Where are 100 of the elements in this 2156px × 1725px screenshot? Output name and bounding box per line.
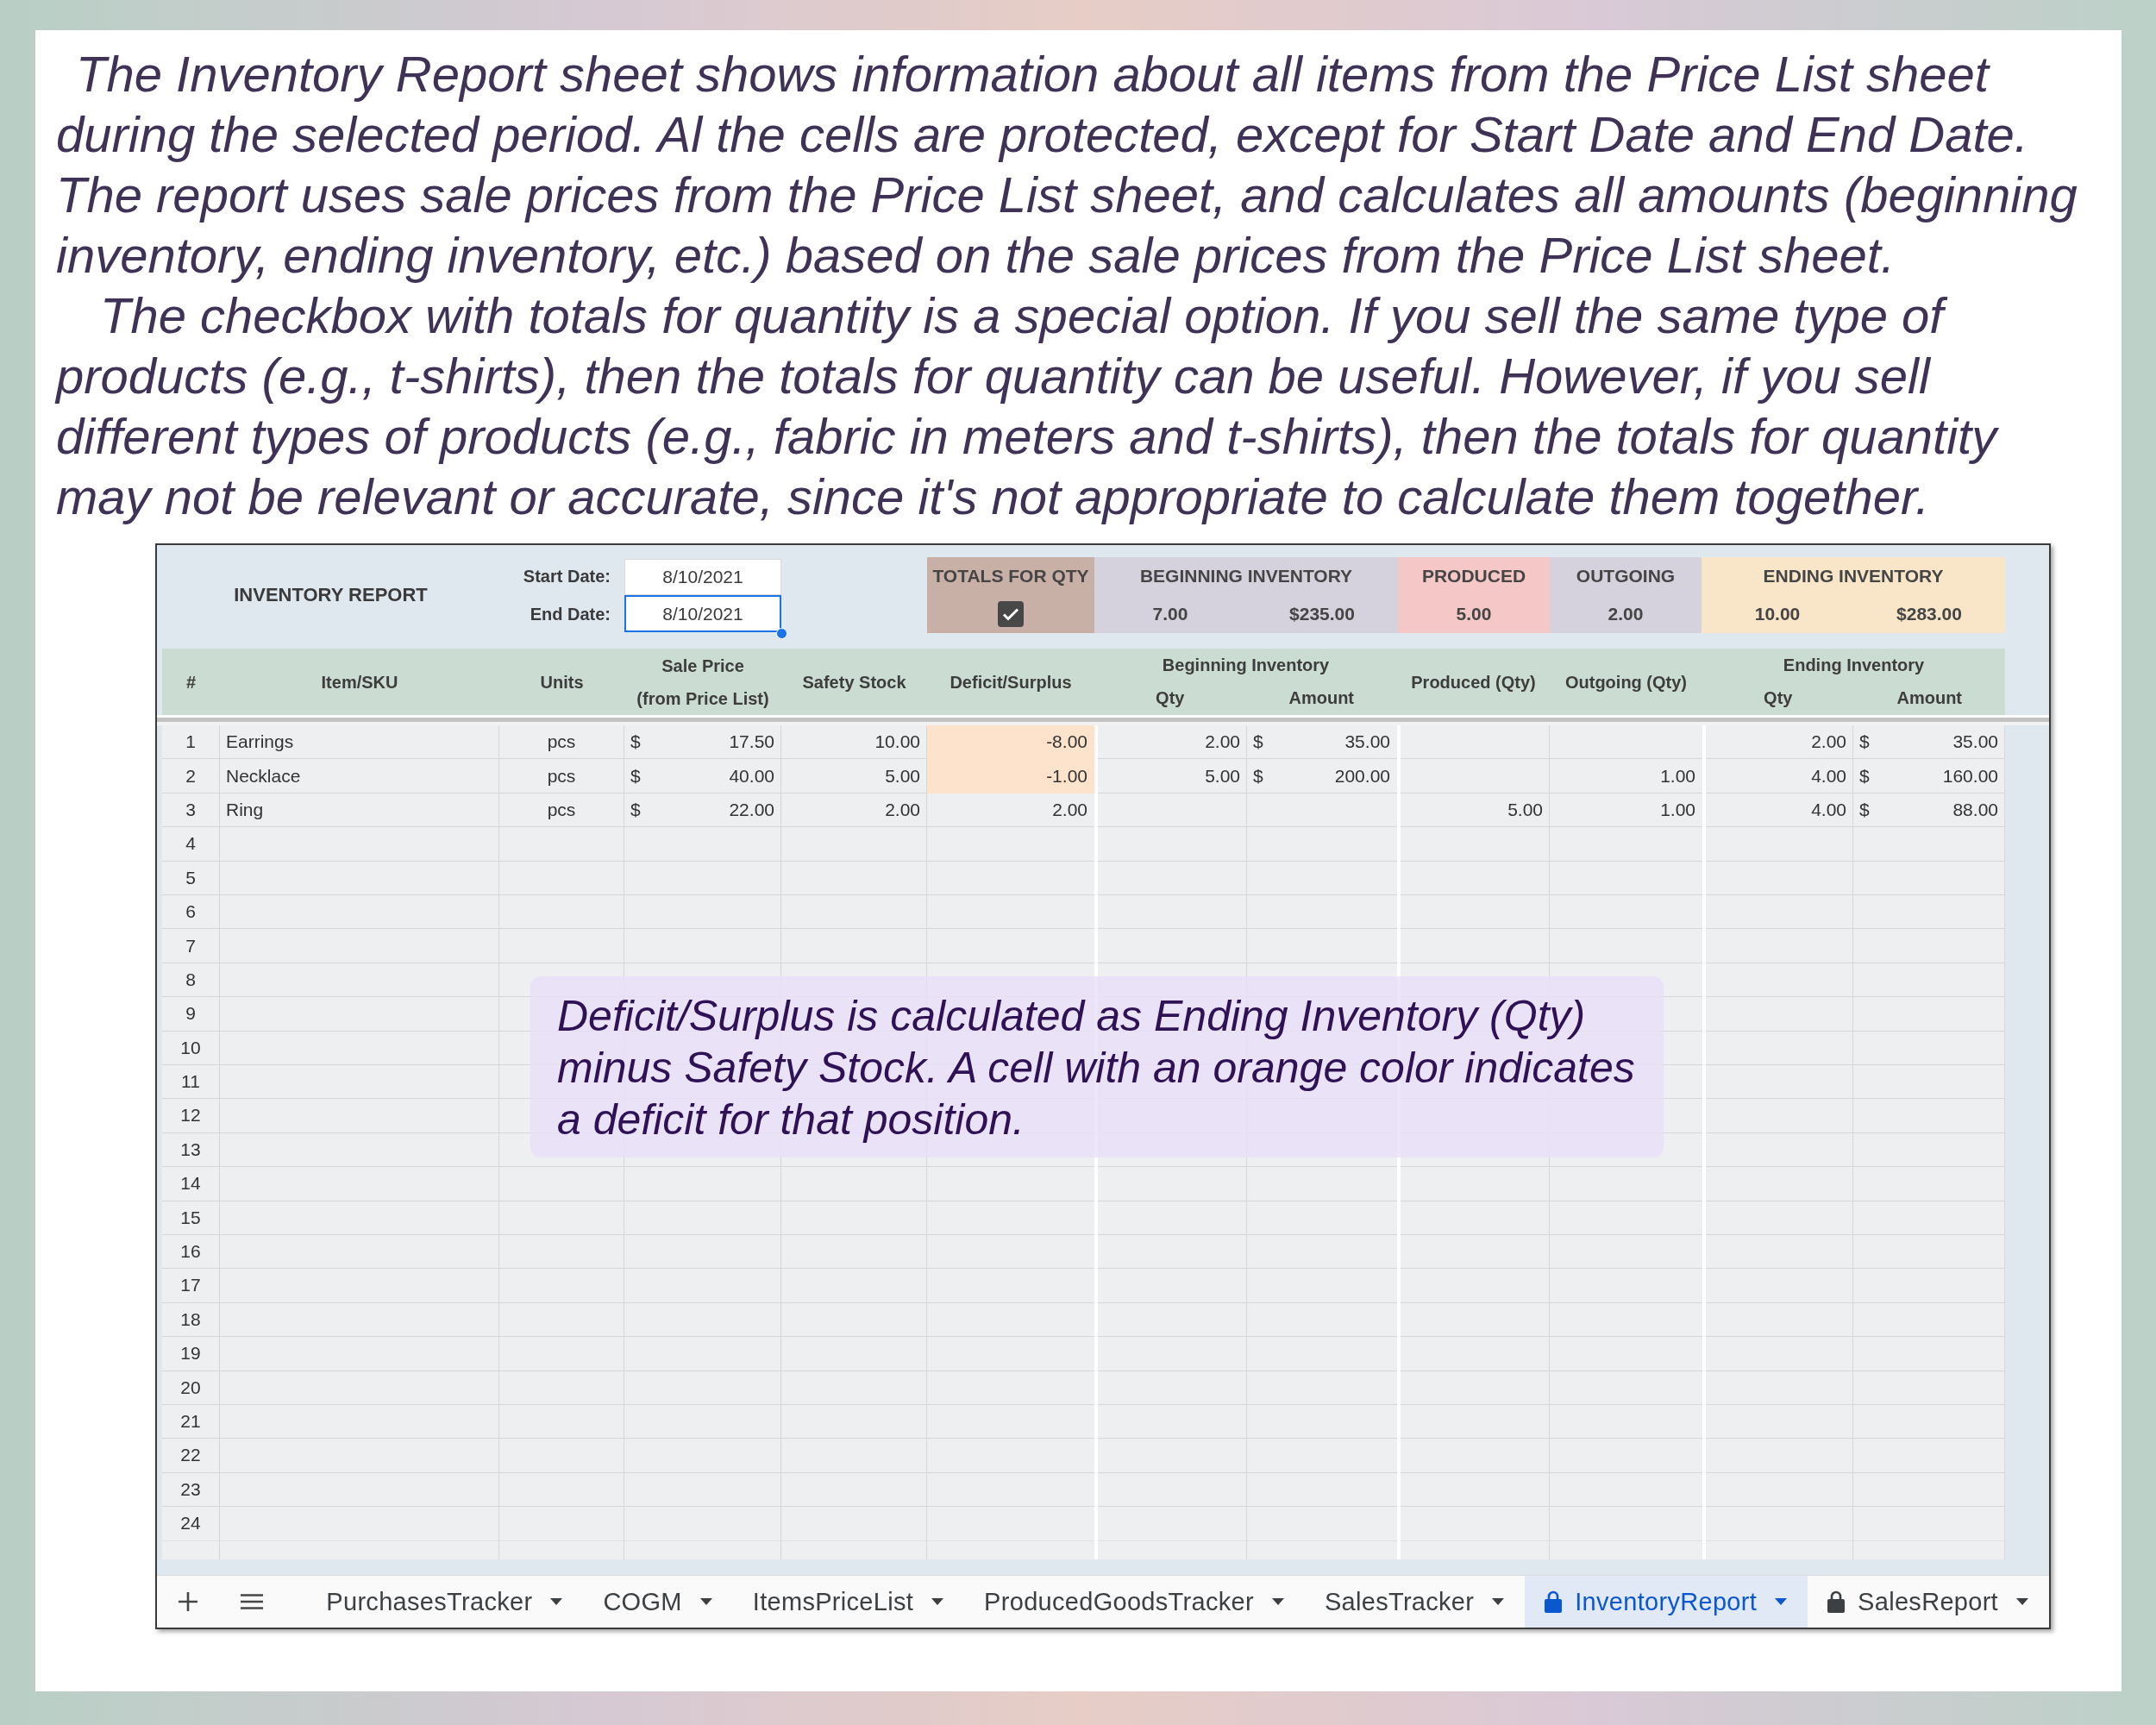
column-header: Produced (Qty) [1397,649,1550,715]
column-header: Item/SKU [220,649,499,715]
block-title: OUTGOING [1576,566,1676,586]
currency-symbol: $ [1859,799,1870,820]
table-cell: -1.00 [927,759,1094,794]
column-header: Amount [1288,688,1354,709]
currency-symbol: $ [1859,731,1870,753]
row-number: 13 [179,1138,202,1161]
row-number: 22 [179,1444,202,1467]
table-cell-text: 10.00 [874,731,921,754]
report-title: INVENTORY REPORT [234,584,428,606]
row-number: 17 [179,1274,202,1297]
column-header: Outgoing (Qty) [1550,649,1702,715]
row-number: 7 [185,934,197,957]
currency-symbol: $ [630,765,641,787]
currency-symbol: $ [630,799,641,820]
sheet-tab[interactable]: SalesTracker [1304,1576,1526,1628]
row-number: 24 [179,1512,202,1535]
row-number: 8 [185,968,197,991]
row-number: 9 [185,1002,197,1026]
row-number: 21 [179,1410,202,1433]
column-header: Sale Price (from Price List) [624,649,781,715]
table-cell-text: 5.00 [1204,764,1241,787]
row-number: 14 [179,1172,202,1195]
caret-icon [550,1598,563,1606]
table-cell-text: pcs [546,798,577,821]
row-number: 23 [179,1477,202,1501]
sheet-tab[interactable]: ProducedGoodsTracker [964,1576,1305,1628]
table-cell-text: 1.00 [1659,764,1696,787]
column-group-title: Beginning Inventory [1162,655,1330,675]
sheet-tab[interactable]: InventoryReport [1525,1576,1808,1628]
column-header: Safety Stock [781,649,927,715]
block-title: TOTALS FOR QTY [932,566,1089,586]
column-header: # [162,649,220,715]
intro-paragraph: The checkbox with totals for quantity is a special option. If you sell the same type of products (e.g., t-shirts), then the totals for quantity can be useful. However, if you sell different types of products (e.g., fabric in meters and t-shirts), then the totals for quantity may not be relevant or accurate, since it's not appropriate to calculate them together. [56,286,2000,526]
table-cell-text: Necklace [225,764,302,787]
row-number: 11 [180,1070,201,1094]
fill-handle-icon[interactable] [776,628,787,639]
plus-icon [178,1592,197,1612]
row-number: 3 [185,798,197,821]
date-field[interactable]: 8/10/2021 [624,559,781,595]
currency-symbol: $ [1253,731,1263,753]
row-number: 16 [179,1240,202,1264]
sheet-tab[interactable]: ItemsPriceList [732,1576,965,1628]
table-cell-text: 5.00 [1507,798,1544,821]
table-cell-text: 2.00 [1051,798,1088,821]
row-number: 6 [185,900,197,924]
table-cell-text: Earrings [225,731,295,754]
cell-value: 22.00 [729,799,774,820]
sheet-tab[interactable]: SalesReport [1808,1576,2049,1628]
block-title: BEGINNING INVENTORY [1139,566,1353,586]
row-number: 19 [179,1342,202,1365]
block-value: 2.00 [1608,604,1644,624]
block-value: 10.00 [1754,604,1801,624]
table-cell-text: pcs [546,731,577,754]
sheet-tab[interactable]: COGM [583,1576,733,1628]
caret-icon [699,1598,712,1606]
caret-icon [1492,1598,1505,1606]
row-number: 2 [185,764,197,787]
row-number: 5 [185,866,197,889]
table-cell-text: pcs [546,764,577,787]
block-title: PRODUCED [1421,566,1526,586]
date-label: End Date: [530,604,611,624]
column-header: Qty [1156,688,1185,709]
column-header: Deficit/Surplus [927,649,1094,715]
currency-symbol: $ [1253,765,1263,787]
menu-icon [240,1594,263,1610]
table-cell-text: 2.00 [1810,731,1847,754]
column-header: Units [499,649,624,715]
cell-value: 40.00 [729,765,774,787]
caret-icon [1775,1598,1788,1606]
table-cell-text: 2.00 [1204,731,1241,754]
caret-icon [1271,1598,1284,1606]
caret-icon [931,1598,944,1606]
row-number: 1 [185,731,197,754]
cell-value: 88.00 [1952,799,1998,820]
block-value: $283.00 [1896,604,1962,624]
cell-value: 35.00 [1344,731,1390,753]
callout-note: Deficit/Surplus is calculated as Ending Inventory (Qty) minus Safety Stock. A cell with an orange color indicates a deficit for that position. [530,976,1664,1157]
lock-icon [1545,1590,1563,1614]
column-header: Qty [1764,688,1793,709]
row-number: 12 [179,1104,202,1127]
table-cell-text: 4.00 [1810,798,1847,821]
cell-value: 35.00 [1952,731,1998,753]
table-cell: -8.00 [927,725,1094,760]
table-cell-text: 5.00 [884,764,921,787]
checkbox[interactable] [998,601,1024,627]
date-field[interactable]: 8/10/2021 [624,595,781,632]
cell-value: 200.00 [1334,765,1390,787]
row-number: 10 [179,1036,202,1059]
row-number: 4 [185,832,197,856]
block-value: $235.00 [1289,604,1355,624]
intro-paragraph: The Inventory Report sheet shows information about all items from the Price List sheet during the selected period. Al the cells are protected, except for Start Date and End Date. The report uses sale prices from the Price List sheet, and calculates all amounts (beginning inventory, ending inventory, etc.) based on the sale prices from the Price List sheet. [56,45,2078,285]
sheet-tab[interactable]: PurchasesTracker [306,1576,584,1628]
table-cell-text: 1.00 [1659,798,1696,821]
column-group-title: Ending Inventory [1783,655,1925,675]
cell-value: 17.50 [729,731,774,753]
column-header: Amount [1896,688,1962,709]
row-number: 18 [179,1308,202,1331]
currency-symbol: $ [1859,765,1870,787]
